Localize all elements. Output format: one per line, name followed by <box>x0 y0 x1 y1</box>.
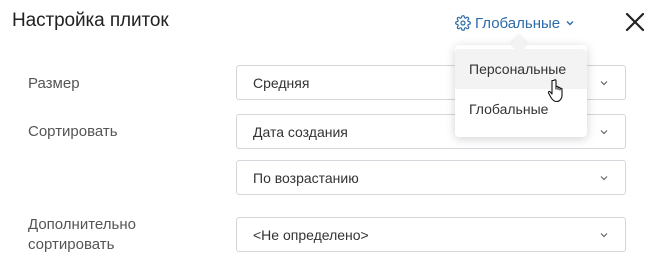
extra-sort-select[interactable]: <Не определено> <box>236 217 626 252</box>
scope-selector[interactable]: Глобальные <box>455 12 576 34</box>
sort-field-value: Дата создания <box>253 123 348 140</box>
extra-sort-value: <Не определено> <box>253 226 369 243</box>
sort-order-select[interactable]: По возрастанию <box>236 160 626 195</box>
dialog-title: Настройка плиток <box>12 10 169 31</box>
size-select-value: Средняя <box>253 74 310 91</box>
close-icon <box>625 12 645 32</box>
sort-order-value: По возрастанию <box>253 169 359 186</box>
sort-label: Сортировать <box>28 123 118 140</box>
close-button[interactable] <box>623 10 647 34</box>
chevron-down-icon <box>564 17 576 29</box>
size-label: Размер <box>28 75 80 92</box>
chevron-down-icon <box>600 81 608 86</box>
chevron-down-icon <box>600 233 608 238</box>
chevron-down-icon <box>600 130 608 135</box>
scope-selected-label: Глобальные <box>475 14 561 32</box>
hand-pointer-icon <box>547 79 563 103</box>
gear-icon <box>455 15 471 31</box>
extra-sort-label-line2: сортировать <box>28 236 115 253</box>
extra-sort-label: Дополнительно сортировать <box>28 215 136 255</box>
chevron-down-icon <box>600 176 608 181</box>
extra-sort-label-line1: Дополнительно <box>28 216 136 233</box>
